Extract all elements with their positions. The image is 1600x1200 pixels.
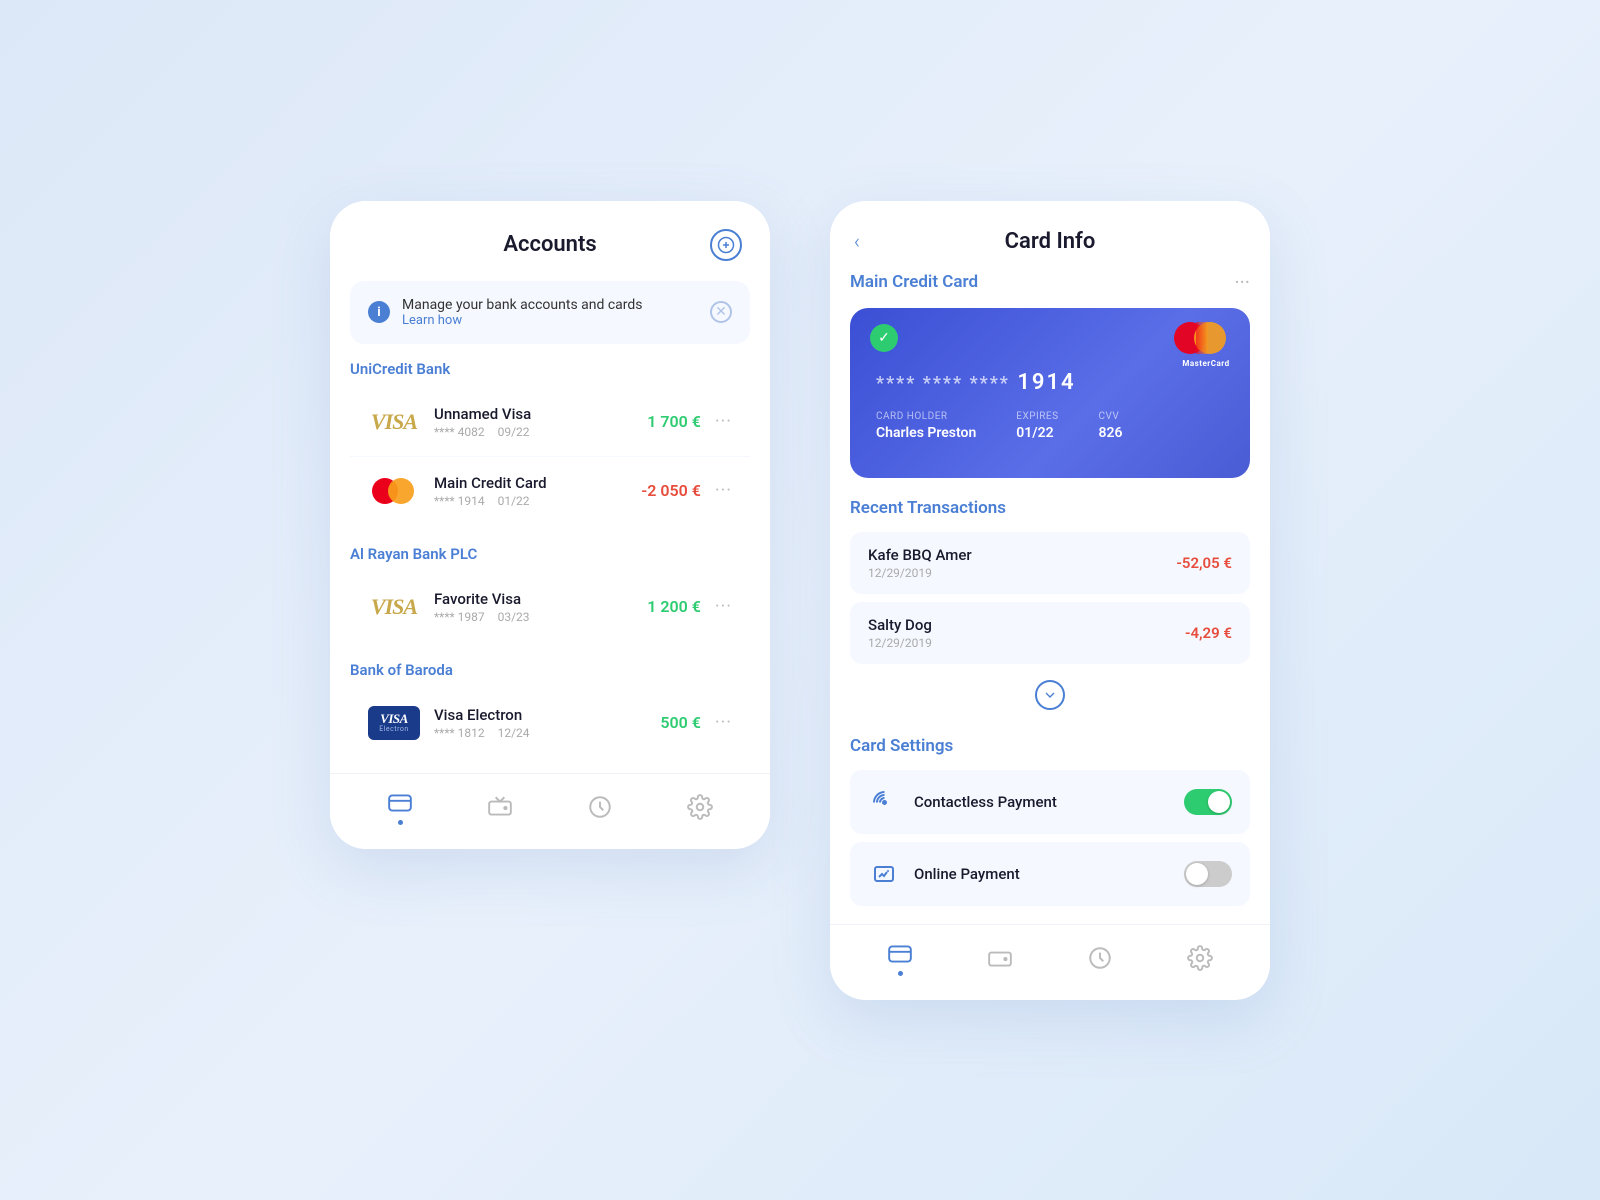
card-info-phone: ‹ Card Info Main Credit Card ··· ✓ Maste…: [830, 201, 1270, 1000]
card-amount: 500 €: [660, 713, 701, 732]
credit-card-visual: ✓ MasterCard **** **** **** 1914 CARD: [850, 308, 1250, 478]
expand-transactions-button[interactable]: [850, 672, 1250, 726]
baroda-name: Bank of Baroda: [350, 661, 750, 679]
visa-logo-icon: VISA: [368, 404, 420, 440]
card-amount: 1 700 €: [647, 412, 701, 431]
transactions-title: Recent Transactions: [850, 498, 1006, 518]
transaction-amount: -4,29 €: [1185, 624, 1232, 642]
nav-wallet-button[interactable]: [987, 945, 1013, 971]
cvv-label: CVV: [1099, 411, 1123, 422]
alrayan-cards: VISA Favorite Visa **** 1987 03/23 1 200…: [350, 573, 750, 641]
main-credit-card-section: Main Credit Card ··· ✓ MasterCard **** *…: [830, 270, 1270, 498]
card-active-icon: ✓: [870, 324, 898, 352]
nav-history-button[interactable]: [587, 794, 613, 820]
card-info-title: Card Info: [886, 229, 1214, 254]
back-button[interactable]: ‹: [854, 229, 886, 253]
nav-settings-button[interactable]: [1187, 945, 1213, 971]
card-options-button[interactable]: ···: [715, 411, 732, 432]
alrayan-section: Al Rayan Bank PLC VISA Favorite Visa ***…: [330, 545, 770, 657]
table-row[interactable]: Main Credit Card **** 1914 01/22 -2 050 …: [350, 457, 750, 525]
nav-active-dot: [898, 971, 903, 976]
card-options-button[interactable]: ···: [715, 712, 732, 733]
contactless-payment-toggle[interactable]: [1184, 789, 1232, 815]
cvv-value: 826: [1099, 425, 1123, 441]
contactless-icon: [868, 786, 900, 818]
add-account-button[interactable]: [710, 229, 742, 261]
bottom-nav: [330, 773, 770, 849]
card-more-options-button[interactable]: ···: [1234, 270, 1250, 294]
info-icon: i: [368, 301, 390, 323]
accounts-title: Accounts: [390, 232, 710, 257]
right-bottom-nav: [830, 924, 1270, 1000]
card-settings-section: Card Settings Contactless Payment: [830, 736, 1270, 924]
visa-logo-icon: VISA: [368, 589, 420, 625]
contactless-payment-row: Contactless Payment: [850, 770, 1250, 834]
nav-cards-button[interactable]: [387, 790, 413, 825]
nav-wallet-button[interactable]: [487, 794, 513, 820]
info-banner: i Manage your bank accounts and cards Le…: [350, 281, 750, 344]
card-meta: **** 4082 09/22: [434, 425, 633, 439]
table-row[interactable]: VISA Favorite Visa **** 1987 03/23 1 200…: [350, 573, 750, 641]
card-holder-value: Charles Preston: [876, 425, 976, 441]
nav-settings-button[interactable]: [687, 794, 713, 820]
mastercard-logo-icon: [368, 473, 420, 509]
card-name: Favorite Visa: [434, 590, 633, 608]
card-number: **** **** **** 1914: [876, 370, 1224, 395]
online-payment-label: Online Payment: [914, 865, 1170, 883]
table-row[interactable]: VISA Unnamed Visa **** 4082 09/22 1 700 …: [350, 388, 750, 456]
info-close-button[interactable]: ✕: [710, 301, 732, 323]
expires-label: EXPIRES: [1016, 411, 1058, 422]
transactions-section: Recent Transactions Kafe BBQ Amer 12/29/…: [830, 498, 1270, 736]
card-meta: **** 1914 01/22: [434, 494, 627, 508]
credit-card-section-title: Main Credit Card: [850, 272, 978, 292]
visa-electron-logo-icon: VISA Electron: [368, 705, 420, 741]
list-item: Salty Dog 12/29/2019 -4,29 €: [850, 602, 1250, 664]
card-amount: 1 200 €: [647, 597, 701, 616]
online-payment-row: Online Payment: [850, 842, 1250, 906]
card-options-button[interactable]: ···: [715, 480, 732, 501]
accounts-header: Accounts: [330, 201, 770, 277]
unicredit-section: UniCredit Bank VISA Unnamed Visa **** 40…: [330, 360, 770, 541]
transaction-name: Kafe BBQ Amer: [868, 546, 972, 564]
unicredit-cards: VISA Unnamed Visa **** 4082 09/22 1 700 …: [350, 388, 750, 525]
transaction-date: 12/29/2019: [868, 636, 932, 650]
nav-cards-button[interactable]: [887, 941, 913, 976]
card-amount: -2 050 €: [641, 481, 701, 500]
baroda-cards: VISA Electron Visa Electron **** 1812 12…: [350, 689, 750, 757]
transaction-amount: -52,05 €: [1176, 554, 1232, 572]
card-settings-title: Card Settings: [850, 736, 953, 756]
screens-wrapper: Accounts i Manage your bank accounts and…: [290, 141, 1310, 1060]
table-row[interactable]: VISA Electron Visa Electron **** 1812 12…: [350, 689, 750, 757]
online-payment-icon: [868, 858, 900, 890]
transaction-date: 12/29/2019: [868, 566, 972, 580]
learn-how-link[interactable]: Learn how: [402, 313, 698, 328]
nav-active-dot: [398, 820, 403, 825]
list-item: Kafe BBQ Amer 12/29/2019 -52,05 €: [850, 532, 1250, 594]
nav-history-button[interactable]: [1087, 945, 1113, 971]
info-banner-text: Manage your bank accounts and cards: [402, 297, 698, 313]
banks-list: UniCredit Bank VISA Unnamed Visa **** 40…: [330, 360, 770, 773]
accounts-phone: Accounts i Manage your bank accounts and…: [330, 201, 770, 849]
card-meta: **** 1812 12/24: [434, 726, 646, 740]
contactless-payment-label: Contactless Payment: [914, 793, 1170, 811]
unicredit-name: UniCredit Bank: [350, 360, 750, 378]
mastercard-logo-icon: MasterCard: [1174, 320, 1230, 356]
baroda-section: Bank of Baroda VISA Electron Visa Electr…: [330, 661, 770, 773]
online-payment-toggle[interactable]: [1184, 861, 1232, 887]
transaction-name: Salty Dog: [868, 616, 932, 634]
card-holder-label: CARD HOLDER: [876, 411, 976, 422]
card-meta: **** 1987 03/23: [434, 610, 633, 624]
card-options-button[interactable]: ···: [715, 596, 732, 617]
card-name: Visa Electron: [434, 706, 646, 724]
expires-value: 01/22: [1016, 425, 1058, 441]
card-details-row: CARD HOLDER Charles Preston EXPIRES 01/2…: [876, 411, 1224, 441]
card-name: Unnamed Visa: [434, 405, 633, 423]
card-info-header: ‹ Card Info: [830, 201, 1270, 270]
card-name: Main Credit Card: [434, 474, 627, 492]
alrayan-name: Al Rayan Bank PLC: [350, 545, 750, 563]
